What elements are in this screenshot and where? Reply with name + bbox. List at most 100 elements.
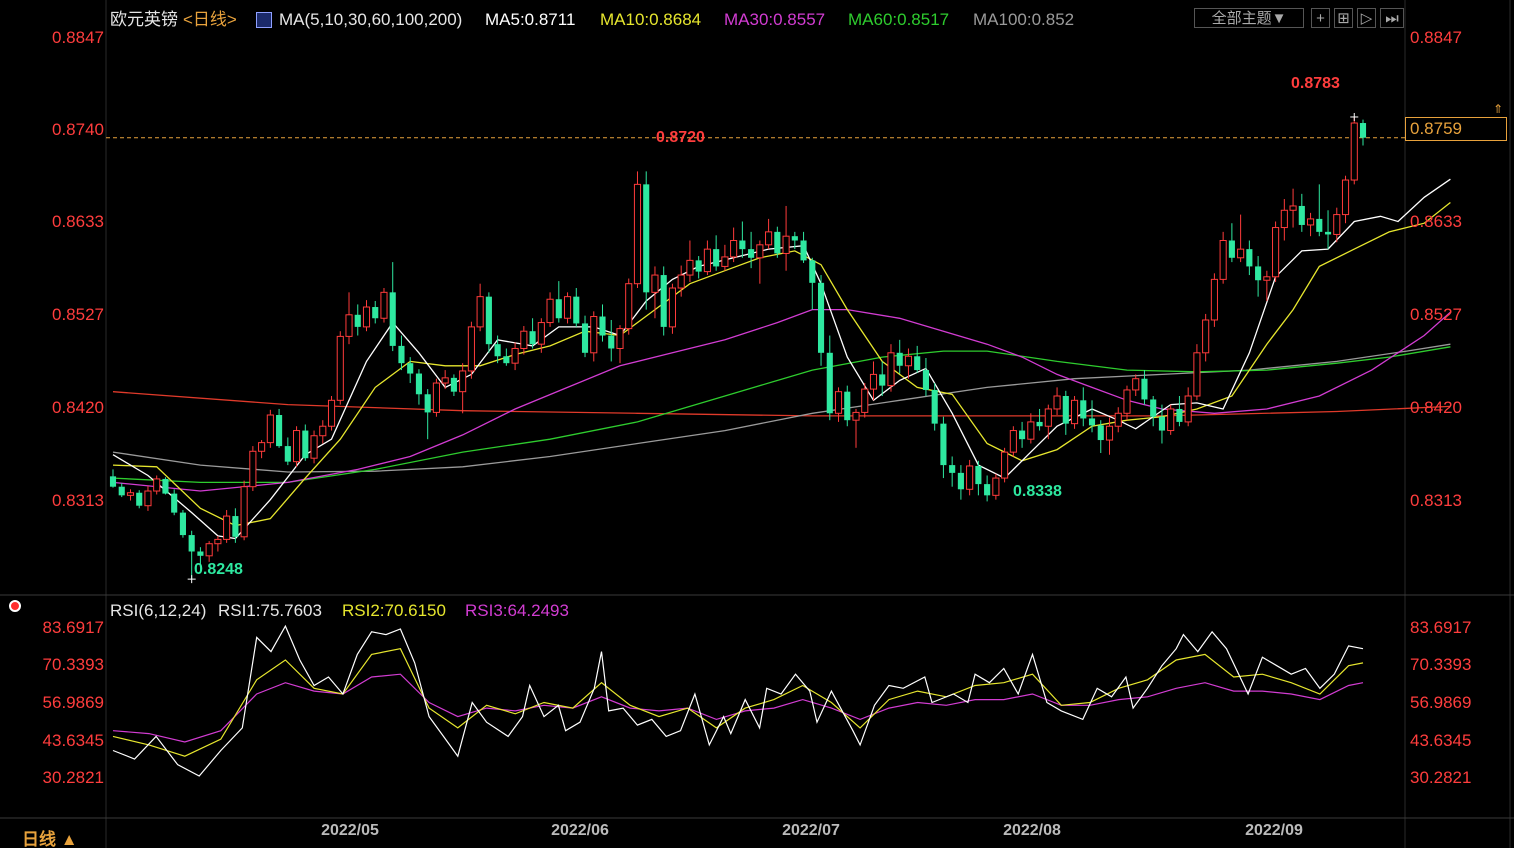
chart-markers bbox=[187, 112, 1359, 584]
candle-body-up bbox=[1237, 248, 1245, 259]
candle-body-down bbox=[739, 240, 746, 250]
indicator-settings-icon[interactable] bbox=[256, 12, 272, 28]
candle-body-up bbox=[861, 388, 869, 413]
ma30-line bbox=[112, 308, 1451, 492]
candle-body-down bbox=[643, 184, 650, 293]
candle-body-down bbox=[975, 465, 982, 485]
candle-body-up bbox=[616, 328, 624, 349]
candle-body-down bbox=[1097, 425, 1104, 441]
candle-body-up bbox=[1184, 395, 1192, 423]
candle-body-down bbox=[118, 486, 125, 496]
rsi-tick-left: 83.6917 bbox=[42, 618, 104, 637]
ma30-value: MA30:0.8557 bbox=[724, 10, 826, 29]
candle-body-down bbox=[817, 282, 825, 353]
candle-body-down bbox=[914, 356, 921, 371]
candle-body-up bbox=[1167, 408, 1175, 432]
record-dot-icon[interactable] bbox=[9, 600, 21, 612]
date-axis-label: 2022/08 bbox=[1003, 822, 1061, 839]
candlesticks bbox=[109, 116, 1367, 580]
rsi1-line bbox=[112, 624, 1364, 777]
candle-body-up bbox=[459, 370, 467, 393]
candle-body-up bbox=[432, 382, 440, 413]
candle-body-down bbox=[748, 249, 755, 258]
date-axis-label: 2022/06 bbox=[551, 822, 609, 839]
crosshair-icon[interactable]: + bbox=[1311, 8, 1330, 28]
candle-body-up bbox=[223, 515, 231, 540]
price-tick-left: 0.8847 bbox=[52, 28, 104, 47]
candle-body-up bbox=[1123, 389, 1131, 414]
scroll-up-icon[interactable]: ⇑ bbox=[1493, 102, 1503, 116]
candle-body-down bbox=[949, 465, 956, 473]
candle-body-down bbox=[1062, 395, 1069, 424]
rsi3-value: RSI3:64.2493 bbox=[465, 601, 569, 620]
chart-window: { "instrument": {"name": "欧元英镑", "period… bbox=[0, 0, 1514, 848]
candle-body-down bbox=[188, 535, 195, 552]
candle-body-up bbox=[1350, 122, 1358, 181]
candle-body-down bbox=[922, 370, 929, 390]
candle-body-down bbox=[494, 344, 501, 357]
theme-dropdown[interactable]: 全部主题▼ bbox=[1194, 8, 1304, 28]
candle-body-up bbox=[904, 355, 913, 367]
candle-body-down bbox=[1150, 399, 1157, 417]
skip-forward-icon[interactable]: ⏭ bbox=[1380, 8, 1404, 28]
rsi-tick-left: 70.3393 bbox=[42, 655, 104, 674]
candle-body-up bbox=[1210, 278, 1218, 321]
candle-body-down bbox=[826, 352, 833, 414]
candle-body-up bbox=[590, 316, 598, 354]
candle-body-up bbox=[633, 183, 642, 285]
price-tick-right: 0.8313 bbox=[1410, 491, 1462, 510]
price-tick-left: 0.8740 bbox=[52, 120, 104, 139]
candle-body-up bbox=[782, 235, 790, 254]
price-tick-right: 0.8633 bbox=[1410, 212, 1462, 231]
candle-body-down bbox=[1298, 205, 1305, 225]
rsi-tick-right: 83.6917 bbox=[1410, 618, 1472, 637]
candle-body-down bbox=[573, 296, 580, 324]
candle-body-up bbox=[319, 425, 327, 437]
play-icon[interactable]: ▷ bbox=[1357, 8, 1376, 28]
candle-body-down bbox=[372, 307, 379, 319]
candle-body-up bbox=[467, 326, 475, 372]
candle-body-down bbox=[1359, 123, 1367, 138]
candle-body-up bbox=[1341, 179, 1350, 216]
candle-body-down bbox=[1036, 421, 1043, 427]
candle-body-up bbox=[336, 335, 344, 401]
candle-body-up bbox=[563, 296, 572, 319]
candle-body-up bbox=[1001, 451, 1009, 479]
candle-body-up bbox=[1193, 352, 1201, 397]
candle-body-up bbox=[966, 465, 974, 490]
candle-body-down bbox=[660, 275, 667, 327]
candle-body-up bbox=[721, 256, 729, 267]
period-label[interactable]: <日线> bbox=[183, 9, 237, 31]
candle-body-up bbox=[992, 477, 1000, 496]
candle-body-up bbox=[1105, 425, 1114, 441]
candle-body-down bbox=[800, 240, 807, 261]
candle-body-down bbox=[450, 377, 457, 392]
chart-canvas[interactable] bbox=[0, 0, 1514, 848]
candle-body-down bbox=[276, 415, 283, 447]
candle-body-down bbox=[896, 352, 903, 366]
period-toggle-button[interactable]: 日线 ▲ bbox=[22, 825, 78, 848]
candle-body-down bbox=[844, 391, 851, 421]
candle-body-up bbox=[703, 248, 711, 273]
candle-body-down bbox=[1316, 218, 1323, 232]
candle-body-up bbox=[1053, 395, 1061, 410]
ma100-value: MA100:0.852 bbox=[973, 10, 1075, 29]
chart-layout-icon[interactable]: ⊞ bbox=[1334, 8, 1353, 28]
low-marker-label: 0.8248 bbox=[194, 561, 243, 578]
candle-body-down bbox=[599, 316, 606, 336]
candle-body-down bbox=[809, 260, 816, 283]
candle-body-down bbox=[485, 296, 492, 345]
candle-body-down bbox=[529, 331, 536, 345]
candle-body-up bbox=[310, 435, 318, 459]
candle-body-up bbox=[834, 391, 843, 414]
candle-body-down bbox=[695, 260, 702, 272]
rsi-tick-left: 56.9869 bbox=[42, 693, 104, 712]
candle-body-up bbox=[852, 411, 860, 421]
candle-body-up bbox=[546, 298, 554, 324]
low-marker-label: 0.8338 bbox=[1013, 483, 1062, 500]
candle-body-down bbox=[984, 484, 991, 496]
candle-body-up bbox=[153, 478, 161, 492]
candle-body-down bbox=[581, 323, 589, 353]
candle-body-down bbox=[1141, 378, 1148, 400]
candle-body-down bbox=[197, 551, 204, 556]
